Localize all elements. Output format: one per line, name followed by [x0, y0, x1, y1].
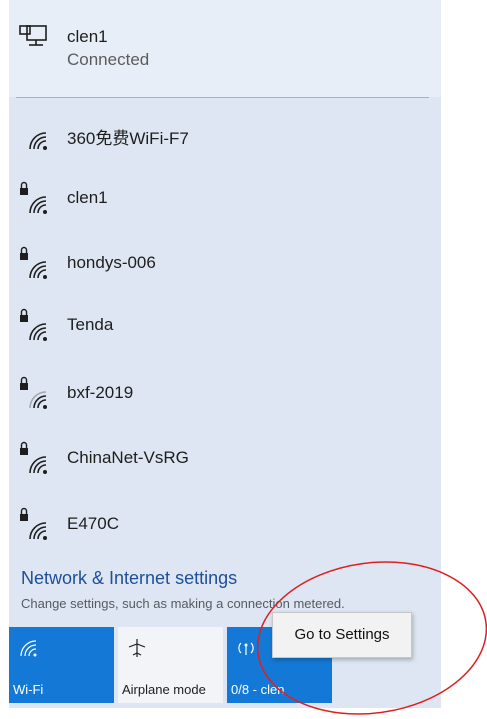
network-item[interactable]: clen1 [9, 175, 441, 235]
lock-icon [20, 441, 28, 455]
wifi-tile-label: Wi-Fi [13, 682, 44, 697]
secured-wifi-signal-icon [20, 181, 47, 214]
wifi-tile[interactable]: Wi-Fi [9, 627, 114, 703]
hotspot-icon [238, 642, 254, 655]
airplane-mode-label: Airplane mode [122, 682, 206, 697]
network-name: ChinaNet-VsRG [67, 448, 189, 467]
wifi-signal-icon [29, 132, 47, 150]
network-item[interactable]: E470C [9, 501, 441, 561]
network-item[interactable]: bxf-2019 [9, 370, 441, 430]
network-item[interactable]: 360免费WiFi-F7 [9, 111, 441, 171]
network-item[interactable]: Tenda [9, 302, 441, 362]
airplane-icon [128, 639, 146, 657]
network-name: clen1 [67, 188, 108, 207]
ethernet-icon [19, 25, 47, 46]
mobile-hotspot-label: 0/8 - clen [231, 682, 285, 697]
lock-icon [20, 507, 28, 521]
connected-network[interactable]: clen1 Connected [9, 0, 441, 97]
secured-wifi-signal-icon [20, 308, 47, 341]
connected-network-status: Connected [67, 50, 150, 69]
secured-wifi-signal-icon [20, 441, 47, 474]
network-item[interactable]: ChinaNet-VsRG [9, 435, 441, 495]
network-name: bxf-2019 [67, 383, 134, 402]
network-settings-description: Change settings, such as making a connec… [21, 596, 345, 611]
wifi-icon [20, 640, 37, 657]
network-flyout: clen1 Connected 360免费WiFi-F7 clen1 hondys-… [9, 0, 441, 708]
network-name: 360免费WiFi-F7 [67, 129, 189, 148]
lock-icon [20, 181, 28, 195]
lock-icon [20, 376, 28, 390]
network-name: E470C [67, 514, 119, 533]
network-name: Tenda [67, 315, 114, 334]
lock-icon [20, 308, 28, 322]
secured-wifi-signal-icon [20, 246, 47, 279]
divider [16, 97, 429, 98]
secured-wifi-signal-icon [20, 376, 47, 409]
network-item[interactable]: hondys-006 [9, 240, 441, 300]
network-name: hondys-006 [67, 253, 156, 272]
connected-network-name: clen1 [67, 27, 108, 46]
network-settings-link[interactable]: Network & Internet settings [21, 568, 237, 589]
secured-wifi-signal-icon [20, 507, 47, 540]
lock-icon [20, 246, 28, 260]
go-to-settings-tooltip[interactable]: Go to Settings [272, 612, 412, 658]
airplane-mode-tile[interactable]: Airplane mode [118, 627, 223, 703]
